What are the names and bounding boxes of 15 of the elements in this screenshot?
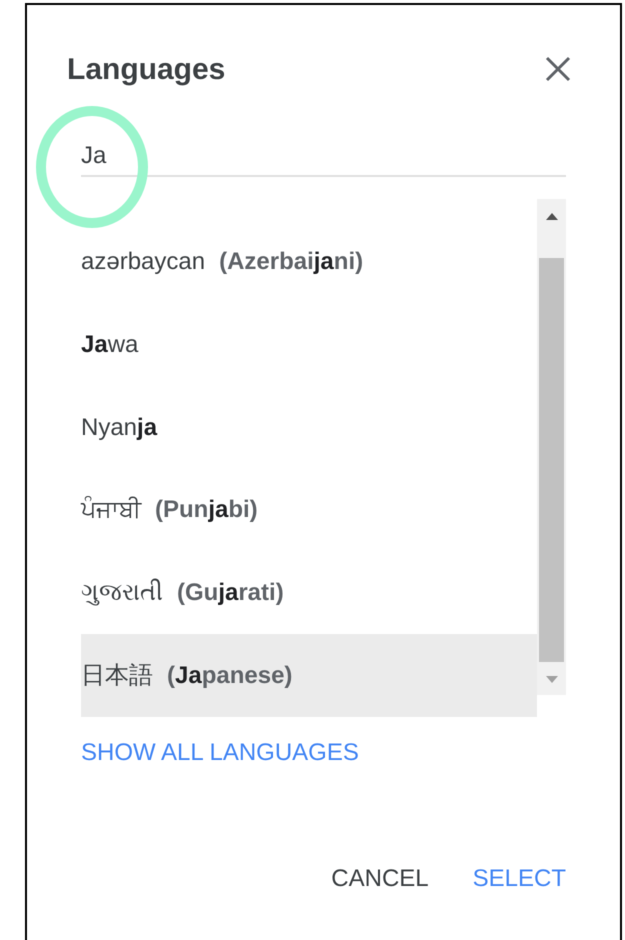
language-option[interactable]: 日本語 (Japanese) [81,634,537,718]
language-option[interactable]: ગુજરાતી (Gujarati) [81,552,537,634]
dialog-title: Languages [67,52,226,88]
language-option[interactable]: azərbaycan (Azerbaijani) [81,221,537,304]
language-option[interactable]: ਪੰਜਾਬੀ (Punjabi) [81,469,537,552]
select-button[interactable]: SELECT [472,861,566,897]
scrollbar[interactable] [537,199,566,695]
language-option[interactable]: Nyanja [81,386,537,470]
scroll-down-icon[interactable] [546,676,558,683]
language-option[interactable]: Jawa [81,304,537,386]
show-all-languages-link[interactable]: SHOW ALL LANGUAGES [81,735,359,771]
scroll-up-icon[interactable] [546,213,558,220]
search-field[interactable]: Ja [81,137,566,177]
cancel-button[interactable]: CANCEL [331,861,429,897]
scrollbar-thumb[interactable] [539,258,564,662]
